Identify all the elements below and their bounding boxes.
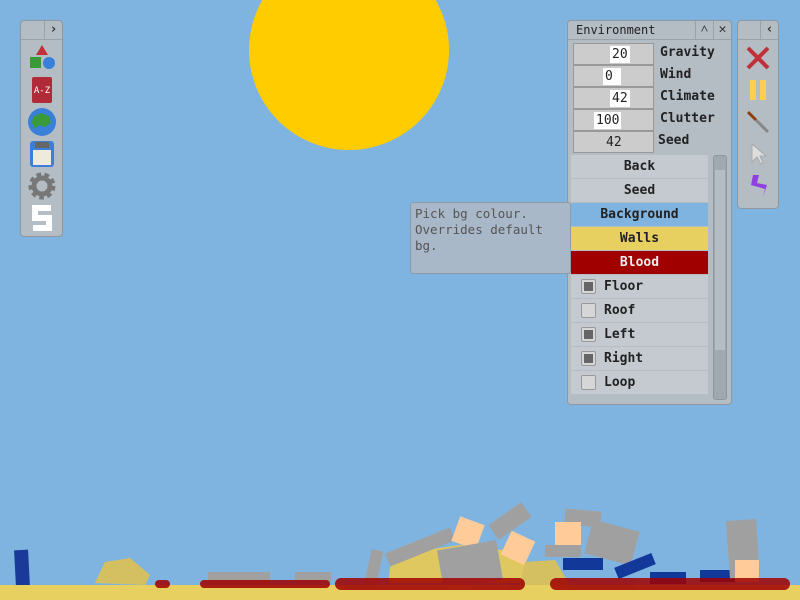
collapse-chevron-icon[interactable]: ˄ xyxy=(695,21,713,39)
dictionary-icon[interactable]: A-Z xyxy=(22,74,62,106)
background-colour-button[interactable]: Background xyxy=(571,203,708,226)
scroll-thumb[interactable] xyxy=(715,170,725,350)
right-checkbox[interactable]: Right xyxy=(571,347,708,370)
seed-input[interactable]: 42 xyxy=(573,131,654,153)
checkbox-box xyxy=(581,303,596,318)
seed-label: Seed xyxy=(658,133,690,148)
close-icon[interactable]: ✕ xyxy=(713,21,731,39)
environment-header: Environment ˄ ✕ xyxy=(568,21,731,40)
collapse-chevron-icon[interactable]: ‹ xyxy=(760,21,778,39)
panel-title: Environment xyxy=(576,23,656,37)
gear-icon[interactable] xyxy=(22,170,62,202)
blood-colour-button[interactable]: Blood xyxy=(571,251,708,274)
lightning-icon[interactable] xyxy=(738,170,778,202)
knife-icon[interactable] xyxy=(738,106,778,138)
menu-list: Back Seed Background Walls Blood Floor R… xyxy=(568,155,713,402)
clutter-label: Clutter xyxy=(660,111,715,126)
checkbox-label: Floor xyxy=(604,279,644,294)
clear-icon[interactable] xyxy=(738,42,778,74)
wind-label: Wind xyxy=(660,67,692,82)
s-logo-icon[interactable] xyxy=(22,202,62,234)
gravity-label: Gravity xyxy=(660,45,715,60)
checkbox-label: Loop xyxy=(604,375,636,390)
loop-checkbox[interactable]: Loop xyxy=(571,371,708,394)
checkbox-label: Right xyxy=(604,351,644,366)
right-toolbar: ‹ xyxy=(737,20,779,209)
debris xyxy=(14,502,760,590)
checkbox-box xyxy=(581,327,596,342)
scrollbar[interactable] xyxy=(713,155,727,400)
left-toolbar: › A-Z xyxy=(20,20,63,237)
walls-colour-button[interactable]: Walls xyxy=(571,227,708,250)
roof-checkbox[interactable]: Roof xyxy=(571,299,708,322)
checkbox-label: Left xyxy=(604,327,636,342)
checkbox-box xyxy=(581,375,596,390)
left-checkbox[interactable]: Left xyxy=(571,323,708,346)
floor-checkbox[interactable]: Floor xyxy=(571,275,708,298)
checkbox-box xyxy=(581,351,596,366)
sun xyxy=(249,0,449,150)
toolbar-header: ‹ xyxy=(738,21,778,40)
checkbox-box xyxy=(581,279,596,294)
globe-icon[interactable] xyxy=(22,106,62,138)
climate-input[interactable]: 42 xyxy=(573,87,654,109)
clutter-input[interactable]: 100 xyxy=(573,109,654,131)
checkbox-label: Roof xyxy=(604,303,636,318)
tooltip: Pick bg colour. Overrides default bg. xyxy=(410,202,571,274)
seed-button[interactable]: Seed xyxy=(571,179,708,202)
wind-input[interactable]: 0 xyxy=(573,65,654,87)
environment-panel: Environment ˄ ✕ 20 Gravity 0 Wind 42 Cli… xyxy=(567,20,732,405)
pause-icon[interactable] xyxy=(738,74,778,106)
back-button[interactable]: Back xyxy=(571,155,708,178)
gravity-input[interactable]: 20 xyxy=(573,43,654,65)
shapes-icon[interactable] xyxy=(22,42,62,74)
svg-text:A-Z: A-Z xyxy=(33,86,50,96)
cursor-icon[interactable] xyxy=(738,138,778,170)
climate-label: Climate xyxy=(660,89,715,104)
save-icon[interactable] xyxy=(22,138,62,170)
toolbar-header: › xyxy=(21,21,62,40)
expand-chevron-icon[interactable]: › xyxy=(44,21,62,39)
